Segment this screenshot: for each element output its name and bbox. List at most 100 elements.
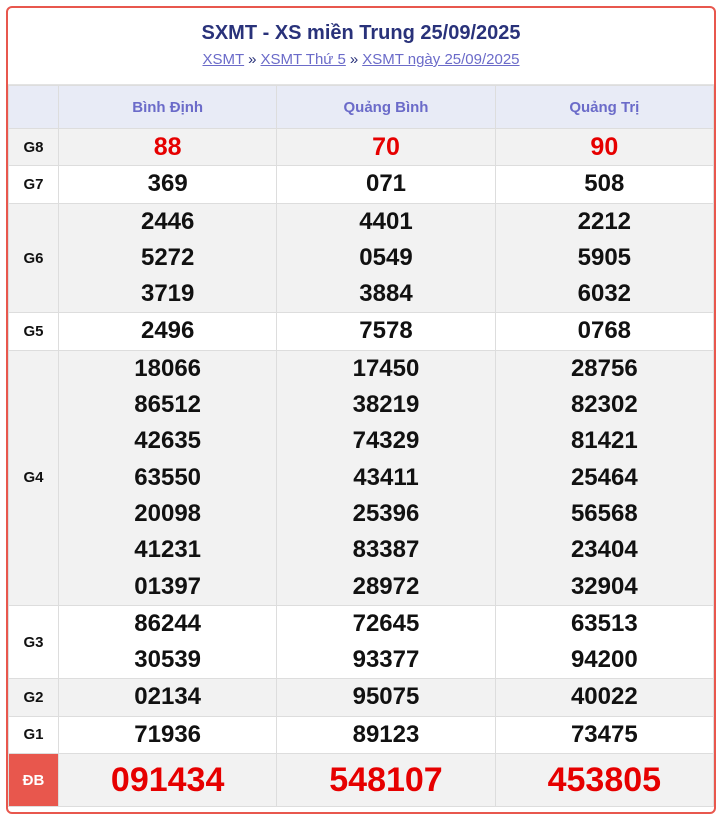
prize-number: 95075: [352, 683, 420, 711]
prize-number: 0768: [577, 317, 632, 345]
prize-cell: 86244 30539: [57, 604, 278, 680]
prize-cell: 0768: [494, 312, 714, 351]
prize-row: G2 02134 95075 40022: [8, 678, 714, 717]
prize-number: 2446: [140, 207, 195, 235]
prize-row: G1 71936 89123 73475: [8, 715, 714, 755]
prize-row: ĐB 091434 548107 453805: [8, 753, 714, 808]
prize-number: 72645: [352, 609, 420, 637]
prize-number: 74329: [352, 427, 420, 455]
prize-number: 2496: [140, 317, 195, 345]
prize-cell: 071: [276, 165, 496, 204]
prize-cell: 2212 5905 6032: [494, 202, 714, 314]
prize-number: 2212: [577, 207, 632, 235]
prize-cell: 091434: [57, 753, 278, 808]
prize-number: 5272: [140, 243, 195, 271]
prize-label: G2: [8, 678, 59, 717]
prize-cell: 2446 5272 3719: [57, 202, 278, 314]
results-card: SXMT - XS miền Trung 25/09/2025 XSMT» XSM…: [6, 6, 716, 814]
breadcrumb-link-thu5[interactable]: XSMT Thứ 5: [260, 51, 345, 68]
prize-label: G5: [8, 312, 59, 351]
prize-number: 5905: [577, 243, 632, 271]
breadcrumb-link-date[interactable]: XSMT ngày 25/09/2025: [362, 51, 519, 68]
breadcrumb: XSMT» XSMT Thứ 5» XSMT ngày 25/09/2025: [8, 51, 714, 68]
prize-number: 453805: [547, 761, 662, 800]
province-header-row: Bình Định Quảng Bình Quảng Trị: [8, 85, 714, 129]
prize-cell: 73475: [494, 715, 714, 755]
prize-cell: 17450 38219 74329 43411 25396 83387 28972: [276, 349, 496, 606]
prize-cell: 63513 94200: [494, 604, 714, 680]
prize-number: 70: [372, 133, 400, 161]
prize-cell: 548107: [276, 753, 496, 808]
breadcrumb-separator: »: [248, 51, 257, 68]
prize-label: G4: [8, 349, 59, 606]
prize-number: 63513: [570, 609, 638, 637]
prize-number: 40022: [570, 683, 638, 711]
prize-label: ĐB: [8, 753, 59, 808]
prize-number: 32904: [570, 572, 638, 600]
breadcrumb-link-xsmt[interactable]: XSMT: [202, 51, 244, 68]
breadcrumb-separator: »: [349, 51, 359, 68]
prize-cell: 18066 86512 42635 63550 20098 41231 01397: [57, 349, 278, 606]
prize-number: 30539: [134, 646, 202, 674]
prize-number: 20098: [134, 499, 202, 527]
prize-cell: 7578: [276, 312, 496, 351]
prize-cell: 4401 0549 3884: [276, 202, 496, 314]
prize-row: G4 18066 86512 42635 63550 20098 41231 01397 174…: [8, 349, 714, 606]
page-title: SXMT - XS miền Trung 25/09/2025: [201, 22, 521, 44]
prize-number: 73475: [570, 720, 638, 748]
prize-number: 38219: [352, 391, 420, 419]
prize-number: 25464: [570, 463, 638, 491]
prize-number: 86512: [134, 391, 202, 419]
prize-cell: 71936: [57, 715, 278, 755]
prize-cell: 02134: [57, 678, 278, 717]
prize-number: 25396: [352, 499, 420, 527]
prize-number: 56568: [570, 499, 638, 527]
prize-number: 81421: [570, 427, 638, 455]
prize-number: 86244: [134, 609, 202, 637]
prize-cell: 40022: [494, 678, 714, 717]
prize-cell: 95075: [276, 678, 496, 717]
prize-cell: 508: [494, 165, 714, 204]
province-name: Quảng Bình: [276, 85, 496, 129]
prize-number: 41231: [134, 536, 202, 564]
prize-label: G6: [8, 202, 59, 314]
province-name: Quảng Trị: [494, 85, 714, 129]
prize-number: 82302: [570, 391, 638, 419]
prize-number: 02134: [134, 683, 202, 711]
prize-number: 71936: [134, 720, 202, 748]
prize-number: 23404: [570, 536, 638, 564]
prize-rows: G8 88 70 90 G7 369 071 508 G6 2446 5272 3719 4401 054…: [8, 127, 714, 808]
corner-cell: [8, 85, 59, 129]
results-header: SXMT - XS miền Trung 25/09/2025 XSMT» XSM…: [8, 8, 714, 85]
prize-cell: 88: [57, 127, 278, 167]
prize-cell: 369: [57, 165, 278, 204]
prize-label: G7: [8, 165, 59, 204]
results-table: Bình Định Quảng Bình Quảng Trị G8 88 70 90 G…: [8, 85, 714, 808]
prize-number: 18066: [134, 354, 202, 382]
province-name: Bình Định: [57, 85, 278, 129]
prize-label: G3: [8, 604, 59, 680]
prize-number: 7578: [359, 317, 413, 345]
prize-number: 28756: [570, 354, 638, 382]
prize-cell: 28756 82302 81421 25464 56568 23404 32904: [494, 349, 714, 606]
prize-cell: 72645 93377: [276, 604, 496, 680]
prize-number: 071: [365, 170, 407, 198]
prize-number: 0549: [359, 243, 413, 271]
prize-number: 93377: [352, 646, 420, 674]
prize-row: G3 86244 30539 72645 93377 63513 94200: [8, 604, 714, 680]
prize-cell: 70: [276, 127, 496, 167]
prize-number: 508: [584, 170, 625, 198]
prize-number: 01397: [134, 572, 202, 600]
prize-number: 89123: [352, 720, 420, 748]
prize-row: G7 369 071 508: [8, 165, 714, 204]
prize-number: 88: [153, 133, 182, 161]
prize-number: 42635: [134, 427, 202, 455]
prize-number: 43411: [353, 463, 419, 491]
prize-number: 28972: [352, 572, 420, 600]
prize-number: 94200: [570, 646, 638, 674]
prize-number: 17450: [352, 354, 420, 382]
prize-label: G8: [8, 127, 59, 167]
prize-number: 63550: [134, 463, 202, 491]
prize-cell: 453805: [494, 753, 714, 808]
prize-number: 3884: [359, 280, 413, 308]
